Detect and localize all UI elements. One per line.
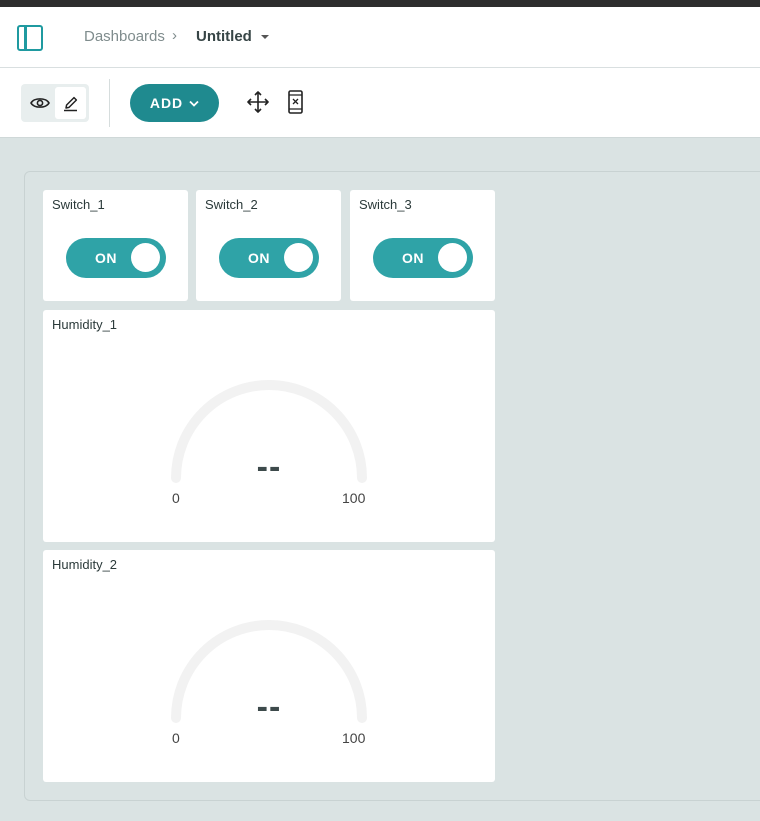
gauge-value: -- <box>256 448 282 486</box>
toggle-switch[interactable]: ON <box>66 238 166 278</box>
gauge-widget-1[interactable]: Humidity_1 -- 0 100 <box>43 310 495 542</box>
gauge-max-label: 100 <box>342 490 366 506</box>
toggle-knob <box>284 243 313 272</box>
widget-title: Switch_3 <box>359 197 412 212</box>
pencil-icon <box>64 96 78 111</box>
toggle-state-label: ON <box>95 250 117 266</box>
gauge-max-label: 100 <box>342 730 366 746</box>
gauge-min-label: 0 <box>172 490 180 506</box>
breadcrumb-current[interactable]: Untitled <box>196 28 252 45</box>
eye-icon <box>29 98 50 108</box>
toolbar: ADD <box>0 68 760 138</box>
switch-widget-2[interactable]: Switch_2 ON <box>196 190 341 301</box>
toggle-state-label: ON <box>402 250 424 266</box>
widget-title: Switch_2 <box>205 197 258 212</box>
gauge-widget-2[interactable]: Humidity_2 -- 0 100 <box>43 550 495 782</box>
chevron-down-icon <box>189 100 199 107</box>
toggle-knob <box>131 243 160 272</box>
gauge-value: -- <box>256 688 282 726</box>
sidebar-toggle-icon[interactable] <box>17 25 43 51</box>
move-arrange-icon[interactable] <box>246 90 270 114</box>
breadcrumb-chevron-icon: › <box>172 27 177 44</box>
view-mode-button[interactable] <box>24 87 55 119</box>
toggle-knob <box>438 243 467 272</box>
mode-toggle-group <box>21 84 89 122</box>
gauge-arc <box>171 380 367 483</box>
switch-widget-3[interactable]: Switch_3 ON <box>350 190 495 301</box>
toolbar-divider <box>109 79 110 127</box>
mobile-view-icon[interactable] <box>287 90 304 114</box>
header-bar: Dashboards › Untitled <box>0 7 760 68</box>
toggle-state-label: ON <box>248 250 270 266</box>
gauge-min-label: 0 <box>172 730 180 746</box>
switch-widget-1[interactable]: Switch_1 ON <box>43 190 188 301</box>
edit-mode-button[interactable] <box>55 87 86 119</box>
toggle-switch[interactable]: ON <box>373 238 473 278</box>
toggle-switch[interactable]: ON <box>219 238 319 278</box>
widget-title: Switch_1 <box>52 197 105 212</box>
breadcrumb-dashboards[interactable]: Dashboards <box>84 28 165 45</box>
gauge-arc <box>171 620 367 723</box>
window-top-border <box>0 0 760 7</box>
add-button-label: ADD <box>149 95 184 111</box>
caret-down-icon[interactable] <box>261 35 269 39</box>
add-widget-button[interactable]: ADD <box>130 84 219 122</box>
